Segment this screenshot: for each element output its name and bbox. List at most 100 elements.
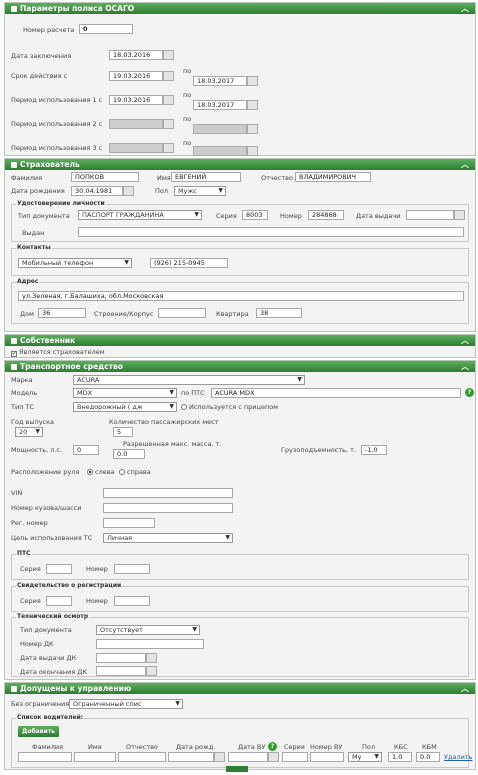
pts-series-input[interactable] <box>46 564 72 574</box>
help-icon[interactable]: ? <box>268 742 277 751</box>
birth-input[interactable]: 30.04.1981 <box>71 186 123 196</box>
collapse-icon[interactable]: ︿ <box>461 335 469 346</box>
use1-from-input[interactable]: 19.03.2016 <box>109 95 163 105</box>
calendar-icon[interactable] <box>214 752 225 762</box>
insurer-header[interactable]: Страхователь ︿ <box>5 159 475 170</box>
col-kbm: КБМ <box>422 743 437 751</box>
patronymic-input[interactable]: ВЛАДИМИРОВИЧ <box>295 172 371 182</box>
capacity-input[interactable]: -1.0 <box>361 445 387 455</box>
collapse-icon[interactable]: ︿ <box>461 159 469 170</box>
dk-input[interactable] <box>96 639 204 649</box>
reg-input[interactable] <box>103 518 155 528</box>
name-input[interactable]: ЕВГЕНИЙ <box>171 172 241 182</box>
calc-number-input[interactable]: 0 <box>79 24 133 34</box>
pts-number-input[interactable] <box>114 564 150 574</box>
driver-license-number-input[interactable] <box>310 752 344 762</box>
type-select[interactable]: Внедорожный ( дж ▼ <box>73 402 177 412</box>
make-select[interactable]: ACURA ▼ <box>73 375 305 385</box>
house-input[interactable]: 36 <box>38 308 86 318</box>
dk-issue-input[interactable] <box>96 653 146 663</box>
term-label: Срок действия с <box>11 72 68 80</box>
capacity-label: Грузоподъемность, т. <box>281 446 356 454</box>
contract-date-input[interactable]: 18.03.2016 <box>109 50 163 60</box>
purpose-select[interactable]: Личная ▼ <box>103 533 233 543</box>
body-input[interactable] <box>103 503 233 513</box>
phone-input[interactable]: (926) 215-0945 <box>150 258 228 268</box>
flat-input[interactable]: 38 <box>256 308 302 318</box>
reg-series-input[interactable] <box>46 596 72 606</box>
sex-select[interactable]: Мужс ▼ <box>174 186 226 196</box>
calendar-icon[interactable] <box>454 210 465 220</box>
calendar-icon[interactable] <box>146 666 157 676</box>
term-from-input[interactable]: 19.03.2016 <box>109 71 163 81</box>
issue-date-input[interactable] <box>406 210 454 220</box>
vin-input[interactable] <box>103 488 233 498</box>
calendar-icon[interactable] <box>163 50 174 60</box>
term-to-input[interactable]: 18.03.2017 <box>193 76 247 86</box>
osago-header[interactable]: Параметры полиса ОСАГО ︿ <box>5 3 475 14</box>
use1-to-input[interactable]: 18.03.2017 <box>193 100 247 110</box>
is-insurer-checkbox[interactable]: ✔ Является страхователем <box>11 348 105 357</box>
collapse-icon[interactable]: ︿ <box>461 683 469 694</box>
seats-input[interactable]: 5 <box>113 427 133 437</box>
calendar-icon[interactable] <box>247 76 258 86</box>
calendar-icon[interactable] <box>163 95 174 105</box>
power-input[interactable]: 0 <box>73 445 99 455</box>
bottom-button[interactable] <box>226 766 248 772</box>
wheel-left-radio[interactable]: слева <box>87 468 115 476</box>
address-input[interactable]: ул.Зеленая, г.Балашиха, обл.Московская <box>18 291 464 301</box>
col-series: Серия <box>284 743 305 751</box>
checkbox-checked-icon[interactable]: ✔ <box>11 351 17 357</box>
number-input[interactable]: 284868 <box>308 210 344 220</box>
driver-sex-select[interactable]: Му ▼ <box>348 752 382 762</box>
driver-kbm-input[interactable]: 0.0 <box>416 752 440 762</box>
calendar-icon[interactable] <box>163 71 174 81</box>
dk-end-input[interactable] <box>96 666 146 676</box>
driver-name-input[interactable] <box>74 752 116 762</box>
calendar-icon[interactable] <box>247 100 258 110</box>
dk-end-label: Дата окончания ДК <box>20 668 87 676</box>
building-input[interactable] <box>158 308 206 318</box>
drivers-header[interactable]: Допущены к управлению ︿ <box>5 683 475 694</box>
owner-header[interactable]: Собственник ︿ <box>5 335 475 346</box>
doctype-select[interactable]: ПАСПОРТ ГРАЖДАНИНА ▼ <box>78 210 202 220</box>
driver-patronymic-input[interactable] <box>118 752 166 762</box>
drivers-legend: Список водителей: <box>16 714 85 721</box>
year-select[interactable]: 20 ▼ <box>15 427 43 437</box>
collapse-icon[interactable]: ︿ <box>461 361 469 372</box>
wheel-right-radio[interactable]: справа <box>119 468 151 476</box>
issued-input[interactable] <box>78 227 464 237</box>
limit-select[interactable]: Ограниченный спис ▼ <box>69 699 183 709</box>
calendar-icon[interactable] <box>146 653 157 663</box>
driver-birth-input[interactable] <box>168 752 214 762</box>
add-driver-button[interactable]: Добавить <box>18 726 59 737</box>
radio-icon[interactable] <box>119 469 125 475</box>
calendar-icon[interactable] <box>268 752 279 762</box>
trailer-label: Используется с прицепом <box>189 403 279 411</box>
surname-input[interactable]: ПОПКОВ <box>71 172 139 182</box>
contact-type-select[interactable]: Мобильный телефон ▼ <box>18 258 132 268</box>
model-select[interactable]: MDX ▼ <box>73 388 177 398</box>
driver-series-input[interactable] <box>282 752 308 762</box>
model-value: MDX <box>77 389 93 397</box>
driver-license-date-input[interactable] <box>228 752 268 762</box>
pts-model-input[interactable]: ACURA MDX <box>211 388 461 398</box>
insp-doctype-select[interactable]: Отсутствует ▼ <box>96 625 200 635</box>
dropdown-arrow-icon: ▼ <box>225 534 230 541</box>
trailer-check-icon[interactable] <box>181 404 187 410</box>
radio-selected-icon[interactable] <box>87 469 93 475</box>
driver-surname-input[interactable] <box>18 752 72 762</box>
reg-number-input[interactable] <box>114 596 150 606</box>
collapse-icon[interactable]: ︿ <box>461 3 469 14</box>
contact-type-value: Мобильный телефон <box>22 259 94 267</box>
series-input[interactable]: 8003 <box>242 210 268 220</box>
help-icon[interactable]: ? <box>465 388 474 397</box>
maxmass-input[interactable]: 0.0 <box>113 449 145 459</box>
calendar-icon[interactable] <box>123 186 134 196</box>
delete-driver-link[interactable]: Удалить <box>444 753 472 761</box>
driver-kbs-input[interactable]: 1.0 <box>388 752 412 762</box>
vehicle-header[interactable]: Транспортное средство ︿ <box>5 361 475 372</box>
trailer-checkbox[interactable]: Используется с прицепом <box>181 403 278 411</box>
power-label: Мощность, л.с. <box>11 446 63 454</box>
type-value: Внедорожный ( дж <box>77 403 143 411</box>
